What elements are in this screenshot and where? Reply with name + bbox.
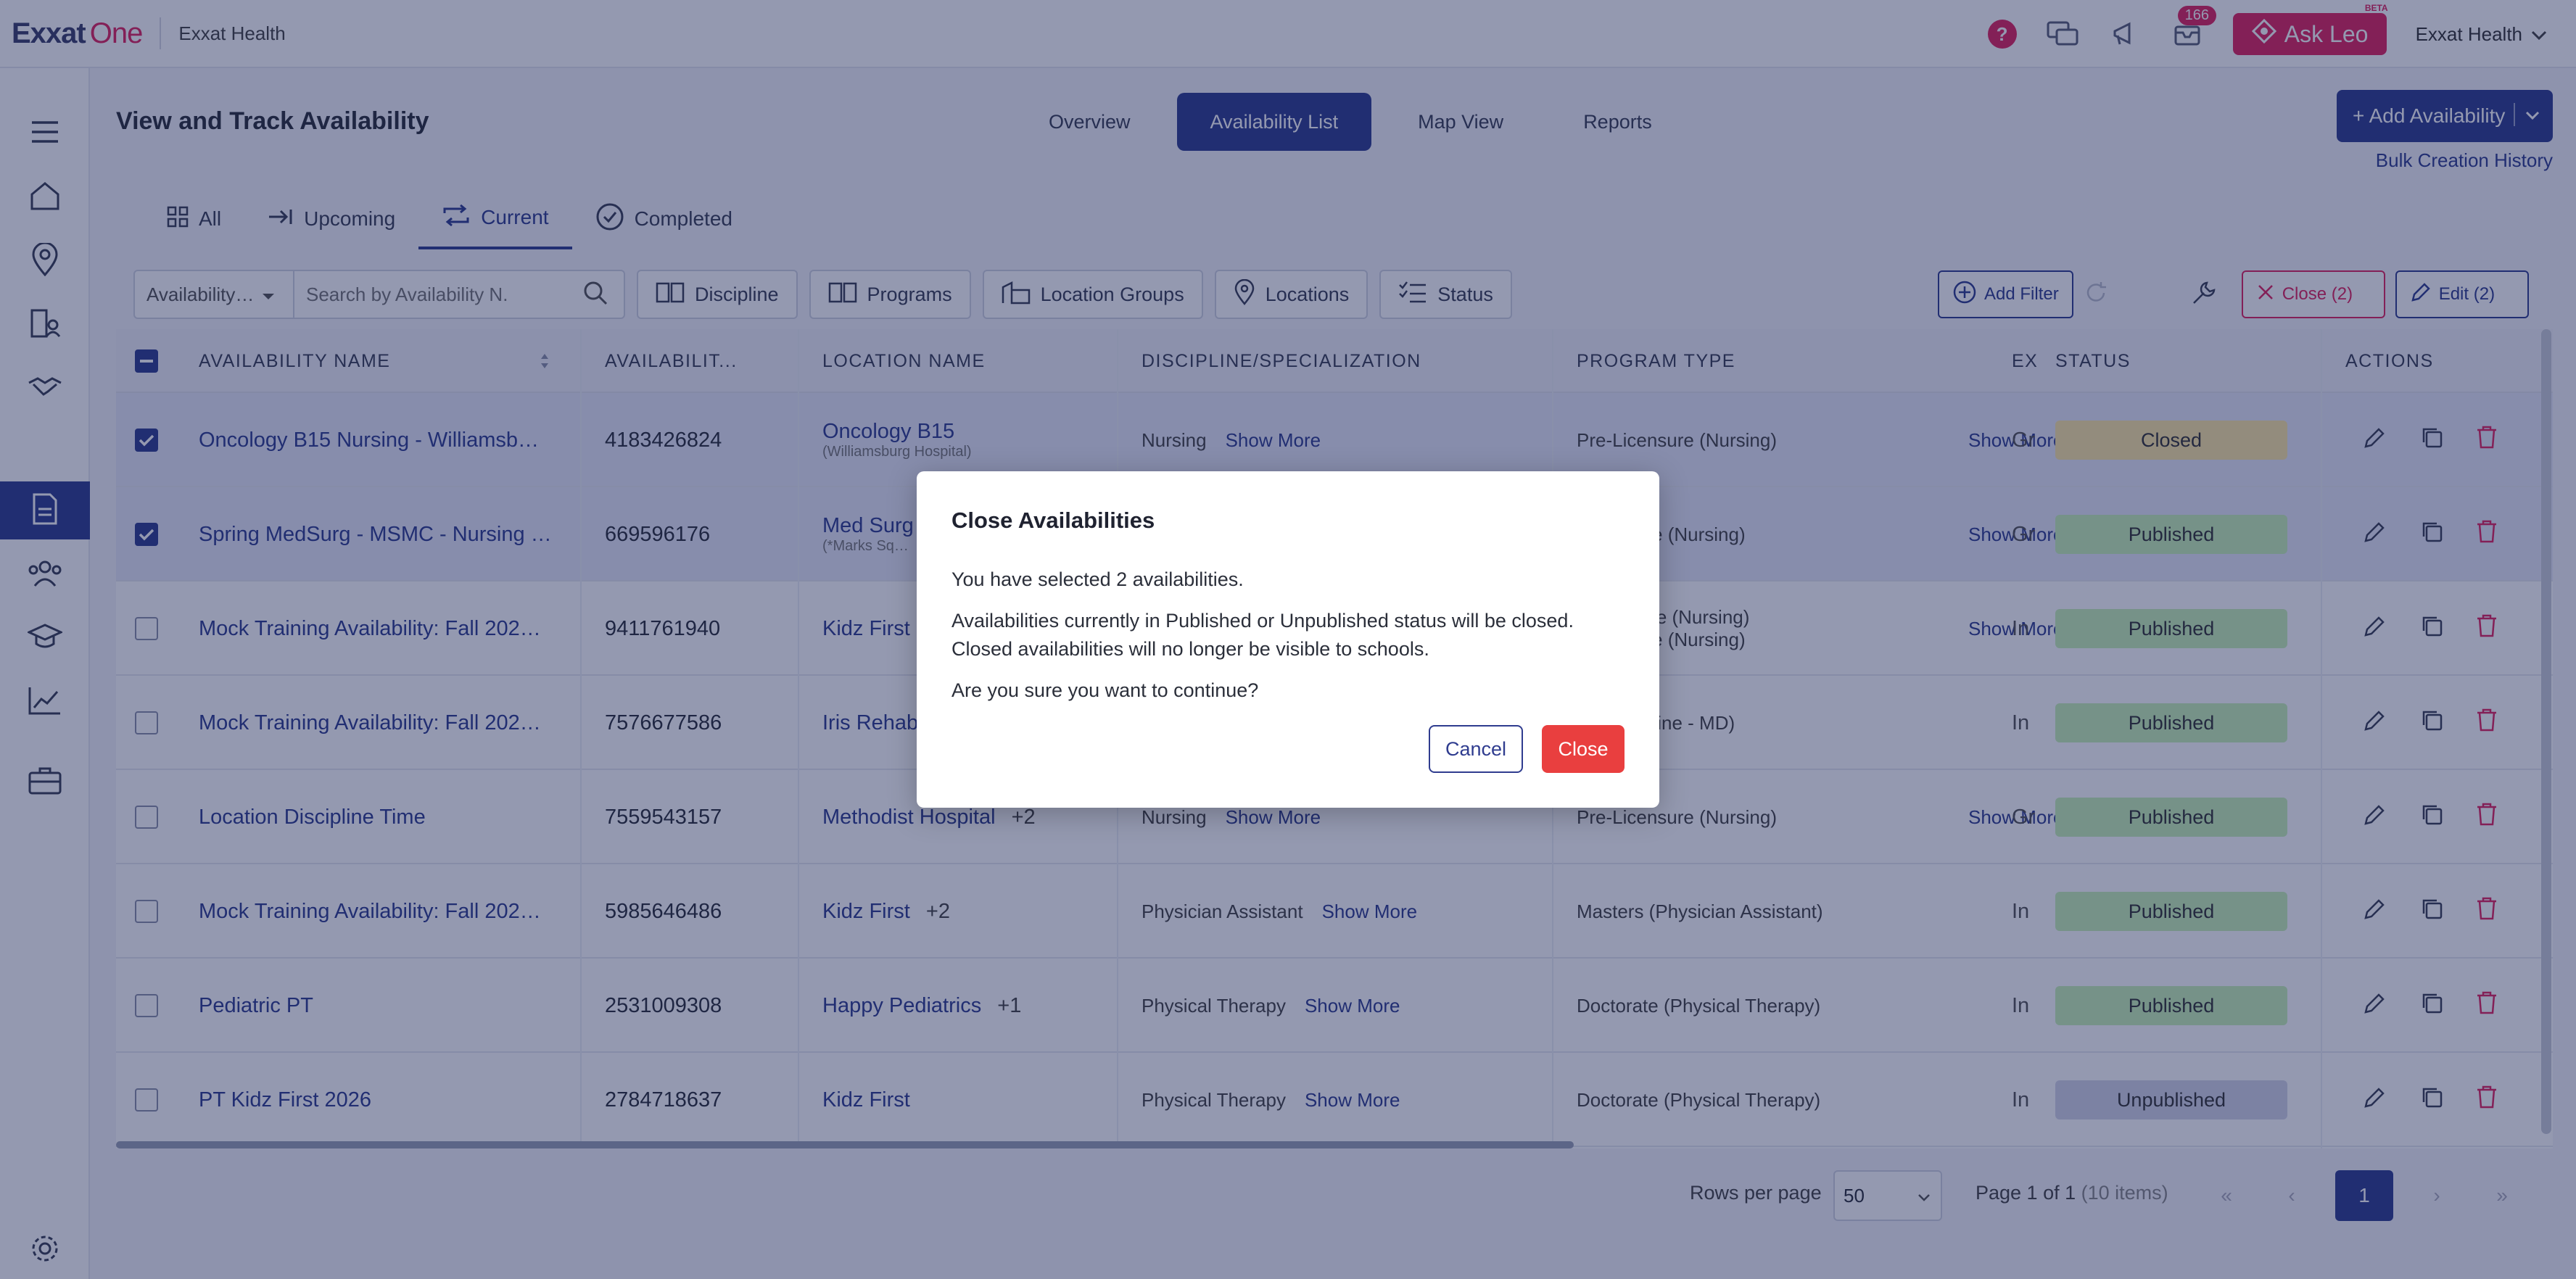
dialog-title: Close Availabilities [951,508,1155,533]
dialog-confirm-question: Are you sure you want to continue? [951,679,1259,701]
dialog-selected-count: You have selected 2 availabilities. [951,568,1244,590]
dialog-message-line-1: Availabilities currently in Published or… [951,610,1574,632]
confirm-close-button[interactable]: Close [1542,725,1625,773]
cancel-button[interactable]: Cancel [1429,725,1523,773]
close-availabilities-dialog: Close Availabilities You have selected 2… [917,471,1659,808]
dialog-message-line-2: Closed availabilities will no longer be … [951,638,1429,660]
